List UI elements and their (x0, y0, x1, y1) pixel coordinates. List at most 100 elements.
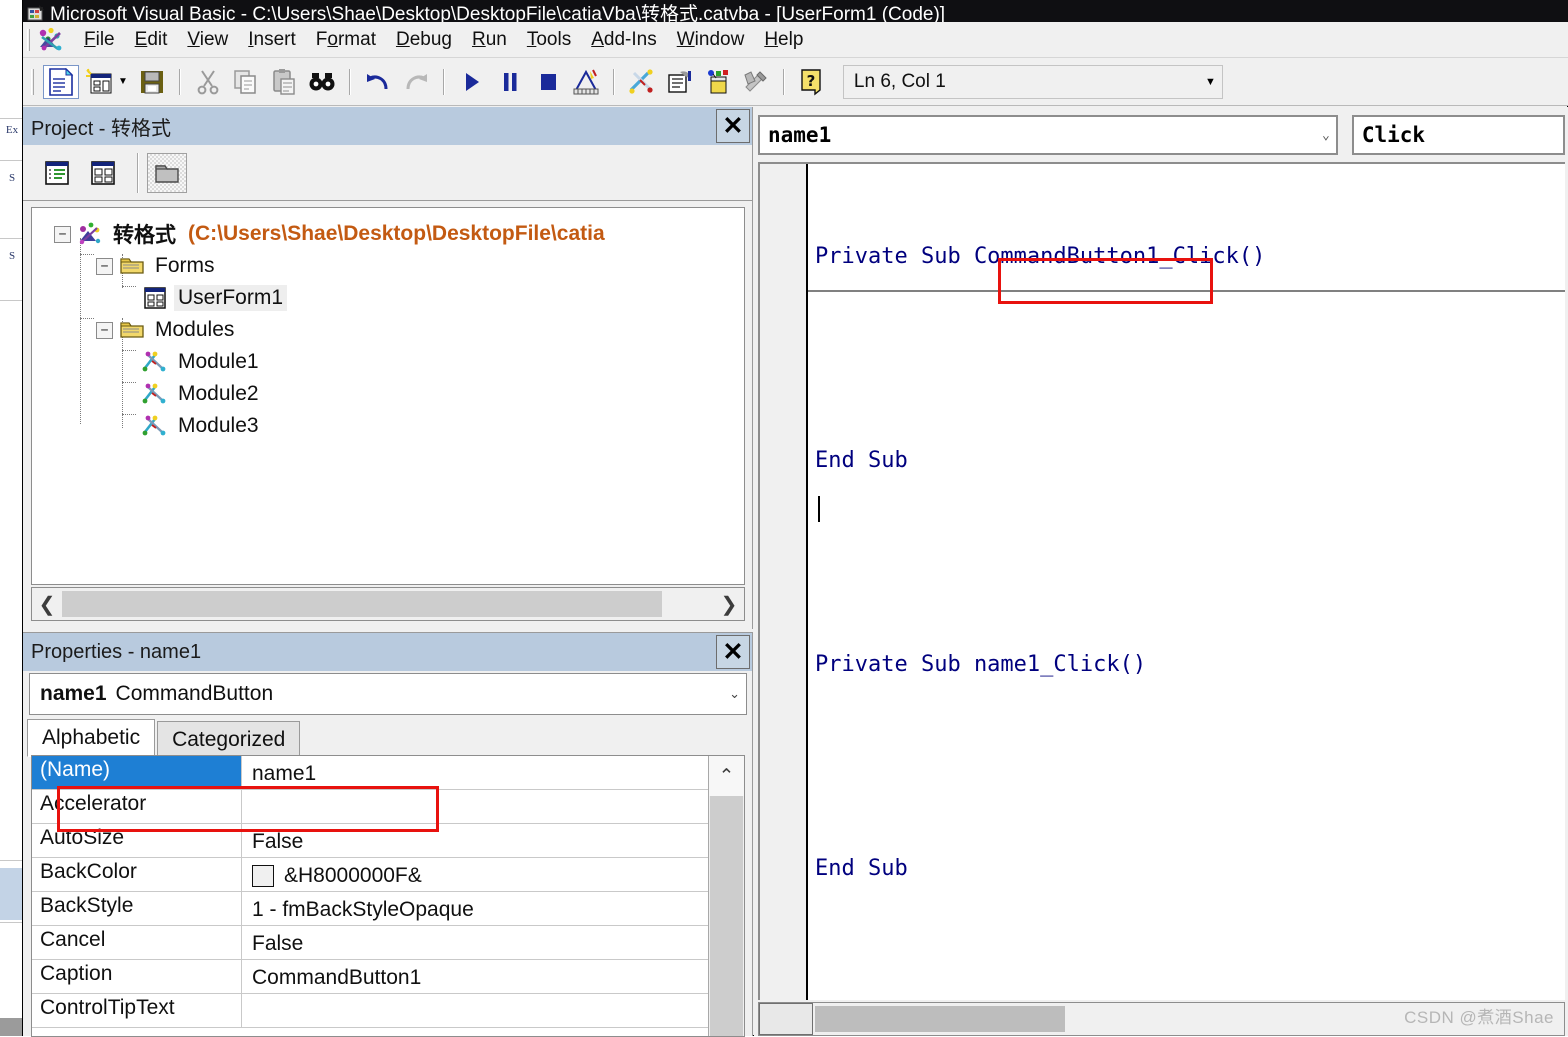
properties-caption[interactable]: Properties - name1 ✕ (23, 633, 752, 671)
menu-window[interactable]: Window (667, 27, 755, 53)
collapse-toggle-forms[interactable]: − (96, 257, 113, 275)
menu-add-ins[interactable]: Add-Ins (581, 27, 667, 53)
tab-categorized[interactable]: Categorized (157, 721, 301, 757)
menu-insert[interactable]: Insert (238, 27, 306, 53)
split-box[interactable] (759, 1003, 813, 1035)
properties-object-name: name1 (40, 682, 107, 705)
tree-item-project[interactable]: − 转格式 (C:\Users\Shae\Desktop\DesktopFile… (32, 218, 744, 250)
copy-icon[interactable] (228, 65, 264, 99)
close-icon[interactable]: ✕ (716, 635, 750, 669)
toggle-folders-icon[interactable] (147, 152, 187, 193)
property-row-backcolor[interactable]: BackColor &H8000000F& (32, 858, 708, 892)
property-row-name[interactable]: (Name) name1 (32, 756, 708, 790)
tree-item-modules[interactable]: − Modules (32, 314, 744, 346)
properties-vscrollbar[interactable]: ⌃ (708, 756, 744, 1036)
scroll-up-icon[interactable]: ⌃ (709, 756, 744, 796)
menu-file[interactable]: File (74, 27, 125, 53)
menu-help[interactable]: Help (754, 27, 813, 53)
redo-icon[interactable] (398, 65, 434, 99)
code-object-dropdown[interactable]: name1 ⌄ (758, 115, 1338, 155)
paste-icon[interactable] (266, 65, 302, 99)
hscroll-thumb[interactable] (62, 591, 662, 617)
property-value[interactable]: False (242, 824, 708, 857)
property-value[interactable]: name1 (242, 756, 708, 789)
properties-tabs[interactable]: Alphabetic Categorized (27, 719, 745, 757)
view-object-icon[interactable] (43, 64, 79, 99)
project-tree[interactable]: − 转格式 (C:\Users\Shae\Desktop\DesktopFile… (31, 207, 745, 585)
tree-item-module1[interactable]: Module1 (32, 346, 744, 378)
hscroll-track[interactable] (662, 591, 714, 617)
property-value[interactable] (242, 790, 708, 823)
property-row-cancel[interactable]: Cancel False (32, 926, 708, 960)
tree-item-module2[interactable]: Module2 (32, 378, 744, 410)
tab-alphabetic[interactable]: Alphabetic (27, 719, 156, 757)
property-row-accelerator[interactable]: Accelerator (32, 790, 708, 824)
menubar[interactable]: File Edit View Insert Format Debug Run T… (23, 22, 1568, 58)
scroll-left-icon[interactable]: ❮ (32, 588, 62, 620)
menu-format[interactable]: Format (306, 27, 386, 53)
tree-item-userform1[interactable]: UserForm1 (32, 282, 744, 314)
property-value[interactable]: False (242, 926, 708, 959)
pause-icon[interactable] (492, 65, 528, 99)
code-hscroll-thumb[interactable] (815, 1006, 1065, 1032)
tree-item-module3[interactable]: Module3 (32, 410, 744, 442)
menu-view[interactable]: View (177, 27, 238, 53)
property-row-backstyle[interactable]: BackStyle 1 - fmBackStyleOpaque (32, 892, 708, 926)
toolbar-grip[interactable] (31, 68, 34, 95)
chevron-down-icon[interactable]: ⌄ (729, 686, 740, 702)
object-browser-icon[interactable] (700, 65, 736, 99)
code-window-dropdowns[interactable]: name1 ⌄ Click (754, 110, 1568, 160)
run-icon[interactable] (454, 65, 490, 99)
property-row-caption[interactable]: Caption CommandButton1 (32, 960, 708, 994)
menu-tools[interactable]: Tools (517, 27, 581, 53)
project-explorer-toolbar[interactable] (23, 145, 752, 201)
property-key: Cancel (32, 926, 242, 959)
vscroll-thumb[interactable] (710, 796, 743, 1036)
project-tree-hscrollbar[interactable]: ❮ ❯ (31, 587, 745, 621)
code-margin-indicator-bar[interactable] (760, 164, 808, 1000)
save-icon[interactable] (134, 65, 170, 99)
find-icon[interactable] (304, 65, 340, 99)
stop-icon[interactable] (530, 65, 566, 99)
help-icon[interactable]: ? (794, 65, 830, 99)
properties-object-combo[interactable]: name1 CommandButton ⌄ (29, 673, 747, 715)
project-explorer-icon[interactable] (624, 65, 660, 99)
folder-icon (119, 318, 145, 342)
background-window[interactable]: Ex S S (0, 0, 24, 1036)
menu-run[interactable]: Run (462, 27, 517, 53)
code-editor[interactable]: Private Sub CommandButton1_Click() End S… (758, 162, 1565, 1000)
tree-item-forms[interactable]: − Forms (32, 250, 744, 282)
cut-icon[interactable] (190, 65, 226, 99)
toolbox-icon[interactable] (738, 65, 774, 99)
design-mode-icon[interactable] (568, 65, 604, 99)
view-code-icon[interactable] (37, 153, 77, 193)
property-row-controltiptext[interactable]: ControlTipText (32, 994, 708, 1028)
annotation-code-procname (998, 258, 1213, 304)
collapse-toggle-modules[interactable]: − (96, 321, 113, 339)
titlebar[interactable]: Microsoft Visual Basic - C:\Users\Shae\D… (23, 0, 1568, 22)
chevron-down-icon[interactable]: ⌄ (1322, 128, 1330, 143)
property-value[interactable]: CommandButton1 (242, 960, 708, 993)
background-window-label-3: S (8, 250, 16, 262)
properties-window-icon[interactable] (662, 65, 698, 99)
menu-debug[interactable]: Debug (386, 27, 462, 53)
chevron-down-icon[interactable]: ▼ (1205, 76, 1216, 88)
scroll-right-icon[interactable]: ❯ (714, 588, 744, 620)
menu-edit[interactable]: Edit (125, 27, 178, 53)
view-object-icon[interactable] (83, 153, 123, 193)
property-value-backcolor[interactable]: &H8000000F& (242, 858, 708, 891)
project-explorer-caption[interactable]: Project - 转格式 ✕ (23, 107, 752, 145)
standard-toolbar[interactable]: ▼ ? Ln 6, Col 1 ▼ (23, 58, 1568, 106)
collapse-toggle-project[interactable]: − (54, 225, 71, 243)
insert-userform-icon[interactable] (81, 65, 117, 99)
insert-dropdown-arrow[interactable]: ▼ (118, 76, 128, 87)
property-value[interactable] (242, 994, 708, 1027)
undo-icon[interactable] (360, 65, 396, 99)
property-value[interactable]: 1 - fmBackStyleOpaque (242, 892, 708, 925)
properties-grid[interactable]: (Name) name1 Accelerator AutoSize False … (31, 755, 745, 1037)
menubar-grip[interactable] (27, 28, 30, 51)
line-column-indicator[interactable]: Ln 6, Col 1 ▼ (842, 64, 1223, 99)
code-procedure-dropdown[interactable]: Click (1351, 115, 1565, 155)
property-row-autosize[interactable]: AutoSize False (32, 824, 708, 858)
close-icon[interactable]: ✕ (716, 109, 750, 143)
